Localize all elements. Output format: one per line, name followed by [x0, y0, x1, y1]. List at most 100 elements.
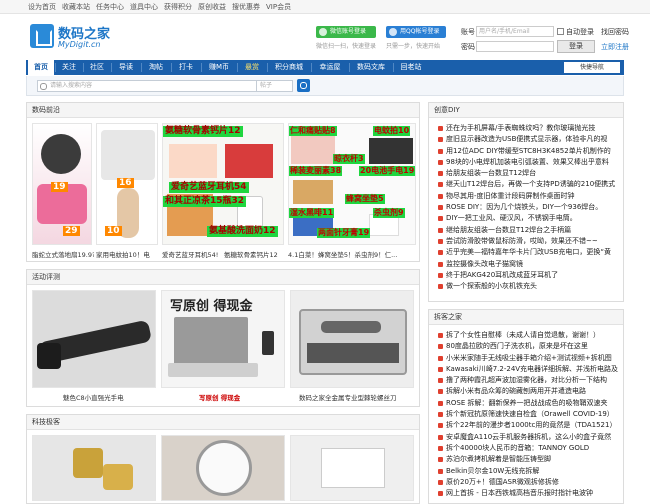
screwdriver-image[interactable] — [290, 290, 414, 388]
list-item[interactable]: 继给朋友组装一台数显T12焊台之手柄篇 — [437, 225, 619, 236]
password-input[interactable] — [476, 41, 554, 52]
featured-title: 数码前沿 — [27, 103, 419, 118]
nav-item-lucky-house[interactable]: 幸运屋 — [312, 60, 348, 75]
top-link[interactable]: 收藏本站 — [62, 3, 90, 11]
nav-item-home[interactable]: 首页 — [28, 60, 54, 75]
list-item[interactable]: 苏泊尔煮拷机解着是智能压铸型脚 — [437, 454, 619, 465]
earbuds-caption[interactable]: 爱奇艺蓝牙耳机54! — [162, 249, 222, 259]
nav-item-follow[interactable]: 关注 — [56, 60, 82, 75]
top-bar: 设为首页 收藏本站 任务中心 道具中心 获得积分 原创收益 搜优惠券 VIP会员 — [0, 0, 650, 14]
list-item[interactable]: 用12位ADC DIY带缓型STC8H3K4852单片机制作的 — [437, 146, 619, 157]
site-logo[interactable]: 数码之家 MyDigit.cn — [30, 22, 140, 52]
list-item[interactable]: 98块的小电焊机加装电引弧装置、效果又棒出乎意料 — [437, 157, 619, 168]
top-link[interactable]: 道具中心 — [130, 3, 158, 11]
nav-item-earn[interactable]: 赚M币 — [202, 60, 236, 75]
list-item[interactable]: 80度晶拉欧的西门子洗衣机，原来是坏在这里 — [437, 341, 619, 352]
search-input[interactable]: 请输入搜索内容 — [37, 80, 257, 92]
list-item[interactable]: 给朋友组装一台数显T12焊台 — [437, 168, 619, 179]
fan-caption[interactable]: 脂蛇立式落地扇19.9? — [32, 249, 94, 259]
list-item[interactable]: 拆了个女性自慰棒（未成人请自觉退散，谢谢！） — [437, 330, 619, 341]
top-link[interactable]: 获得积分 — [164, 3, 192, 11]
write-original-banner: 写原创 得现金 — [170, 299, 253, 314]
deals-collage-image[interactable]: 仁和痛贴贴8 电蚊拍10 晾衣杆3 稀装麦丽素38 20电池手电19 蜂窝坐垫5… — [288, 123, 416, 245]
bug-zapper-image[interactable]: 16 10 — [96, 123, 158, 245]
username-input[interactable]: 用户名/手机/Email — [476, 26, 554, 37]
list-item[interactable]: ROSE 拆解：翻新保养一把战战成色的吸物鞘双速夹 — [437, 398, 619, 409]
list-item[interactable]: ROSE DIY：因为几个烧铁头，DIY一个936焊台。 — [437, 202, 619, 213]
list-item[interactable]: 终于把AKG420耳机改成蓝牙耳机了 — [437, 270, 619, 281]
wechat-login-hint: 微信扫一扫，快速登录 — [316, 43, 377, 50]
list-item[interactable]: 拆个40000块人民币的音箱：TANNOY GOLD — [437, 443, 619, 454]
list-item[interactable]: 尝试防滑胶带做鼠标防滑，哎呦，效果还不错~~ — [437, 236, 619, 247]
login-button[interactable]: 登录 — [557, 40, 595, 53]
nav-item-library[interactable]: 数码文库 — [350, 60, 392, 75]
clock-image[interactable] — [161, 435, 285, 501]
nav-item-checkin[interactable]: 打卡 — [172, 60, 200, 75]
top-link[interactable]: 搜优惠券 — [232, 3, 260, 11]
list-item[interactable]: 物尽其用-度旧体重计段码屏制作桌面时钟 — [437, 191, 619, 202]
auto-login-label: 自动登录 — [566, 28, 594, 36]
gold-connectors-image[interactable] — [32, 435, 156, 501]
wechat-login-button[interactable]: 微信账号登录 — [316, 26, 376, 38]
top-link[interactable]: VIP会员 — [266, 3, 291, 11]
list-item[interactable]: 拆个新冠抗原筛速快速自检盒（Orawell COVID-19） — [437, 409, 619, 420]
main-nav: 首页 关注 社区 导读 淘帖 打卡 赚M币 悬赏 积分商城 幸运屋 数码文库 回… — [26, 60, 624, 75]
diy-list: 还在为手机屏幕/手表蜘蛛纹吗？教你玻璃抛光技 度旧显示器改造为USB便携式显示器… — [437, 123, 619, 292]
list-item[interactable]: 拆解小米有品众筹的碗藏刨两用开并遣造电路 — [437, 386, 619, 397]
logo-domain: MyDigit.cn — [58, 40, 101, 49]
nav-item-points-mall[interactable]: 积分商城 — [268, 60, 310, 75]
list-item[interactable]: 拆个22年前的漫步者1000tc用的竟然是（TDA1521） — [437, 420, 619, 431]
nav-item-guide[interactable]: 导读 — [112, 60, 140, 75]
list-item[interactable]: DIY一把工业风、硬汉风，不锈钢手电筒。 — [437, 213, 619, 224]
search-bar: 请输入搜索内容 帖子 — [26, 76, 624, 96]
diy-panel: 创意DIY 还在为手机屏幕/手表蜘蛛纹吗？教你玻璃抛光技 度旧显示器改造为USB… — [428, 102, 624, 302]
list-item[interactable]: 还在为手机屏幕/手表蜘蛛纹吗？教你玻璃抛光技 — [437, 123, 619, 134]
list-item[interactable]: 撸了两种霞孔超声波加湿雾化器，对比分析一下结构 — [437, 375, 619, 386]
quick-nav-dropdown[interactable]: 快捷导航 — [564, 62, 620, 73]
qq-login-hint: 只需一步，快速开始 — [386, 43, 441, 50]
screwdriver-caption[interactable]: 数码之家全金属专业型棘轮螺丝刀 — [299, 392, 397, 402]
fan-image[interactable]: 19 29 — [32, 123, 92, 245]
list-item[interactable]: 监控摄像头改电子猫窝镜 — [437, 259, 619, 270]
top-link[interactable]: 设为首页 — [28, 3, 56, 11]
nav-item-old-site[interactable]: 回老站 — [394, 60, 428, 75]
gadget-image[interactable] — [290, 435, 414, 501]
teardown-title: 拆客之家 — [429, 310, 623, 325]
qq-login-button[interactable]: 用QQ帐号登录 — [386, 26, 446, 38]
featured-panel: 数码前沿 19 29 16 10 氨糖软骨素钙片12 爱奇艺蓝牙耳机54 和其正… — [26, 102, 420, 262]
forgot-password-link[interactable]: 找回密码 — [601, 27, 629, 37]
write-original-image[interactable]: 写原创 得现金 — [161, 290, 285, 388]
diy-title: 创意DIY — [429, 103, 623, 118]
nav-item-community[interactable]: 社区 — [84, 60, 110, 75]
nav-item-collections[interactable]: 淘帖 — [142, 60, 170, 75]
list-item[interactable]: 网上首拆 - 日本西铁城高档音乐报时指针电波钟 — [437, 488, 619, 499]
auto-login-checkbox[interactable] — [557, 28, 564, 35]
nav-item-bounty[interactable]: 悬赏 — [238, 60, 266, 75]
tech-panel: 科技极客 — [26, 414, 420, 504]
list-item[interactable]: Kawasaki川崎7.2-24V充电器详细拆解、并浅析电路及 — [437, 364, 619, 375]
teardown-panel: 拆客之家 拆了个女性自慰棒（未成人请自觉退散，谢谢！） 80度晶拉欧的西门子洗衣… — [428, 309, 624, 504]
calcium-caption[interactable]: 氨糖软骨素钙片12 — [224, 249, 284, 259]
flashlight-image[interactable] — [32, 290, 156, 388]
top-link[interactable]: 原创收益 — [198, 3, 226, 11]
search-type-select[interactable]: 帖子 — [257, 80, 293, 92]
list-item[interactable]: Belkin贝尔金10W无线充拆解 — [437, 466, 619, 477]
username-label: 账号 — [461, 28, 475, 36]
earbuds-image[interactable]: 氨糖软骨素钙片12 爱奇艺蓝牙耳机54 和其正凉茶15瓶32 氨基酸洗面奶12 — [162, 123, 284, 245]
list-item[interactable]: 继天山T12焊台后，再做一个支持PD诱骗的210便携式 — [437, 179, 619, 190]
write-original-caption[interactable]: 写原创 得现金 — [199, 392, 240, 402]
list-item[interactable]: 度旧显示器改造为USB便携式显示器，体验非凡的视 — [437, 134, 619, 145]
list-item[interactable]: 小米米家随手无线吸尘器手箱介绍+测试视频+拆机图 — [437, 353, 619, 364]
top-links: 设为首页 收藏本站 任务中心 道具中心 获得积分 原创收益 搜优惠券 VIP会员 — [28, 2, 297, 12]
list-item[interactable]: 原价20万+！德国ASR微观拆修拆修 — [437, 477, 619, 488]
register-link[interactable]: 立即注册 — [601, 42, 629, 52]
reviews-panel: 活动评测 写原创 得现金 魅色C8小直强光手电 写原创 得现金 数码之家全金属专… — [26, 269, 420, 407]
list-item[interactable]: 做一个探索般的小灰机铁充头 — [437, 281, 619, 292]
list-item[interactable]: 安卓魔盒A110云手机服务器拆机，这么小的盒子竟然 — [437, 432, 619, 443]
list-item[interactable]: 近乎完美—福特嘉年华卡片门改USB充电口，更换“黄 — [437, 247, 619, 258]
search-icon[interactable] — [297, 79, 310, 92]
deals-caption[interactable]: 4.1白菜！蜂窝坐垫5！杀虫剂9！仁... — [288, 249, 416, 259]
bug-zapper-caption[interactable]: 家用电蚊拍10！电 — [96, 249, 160, 259]
flashlight-caption[interactable]: 魅色C8小直强光手电 — [63, 392, 124, 402]
top-link[interactable]: 任务中心 — [96, 3, 124, 11]
